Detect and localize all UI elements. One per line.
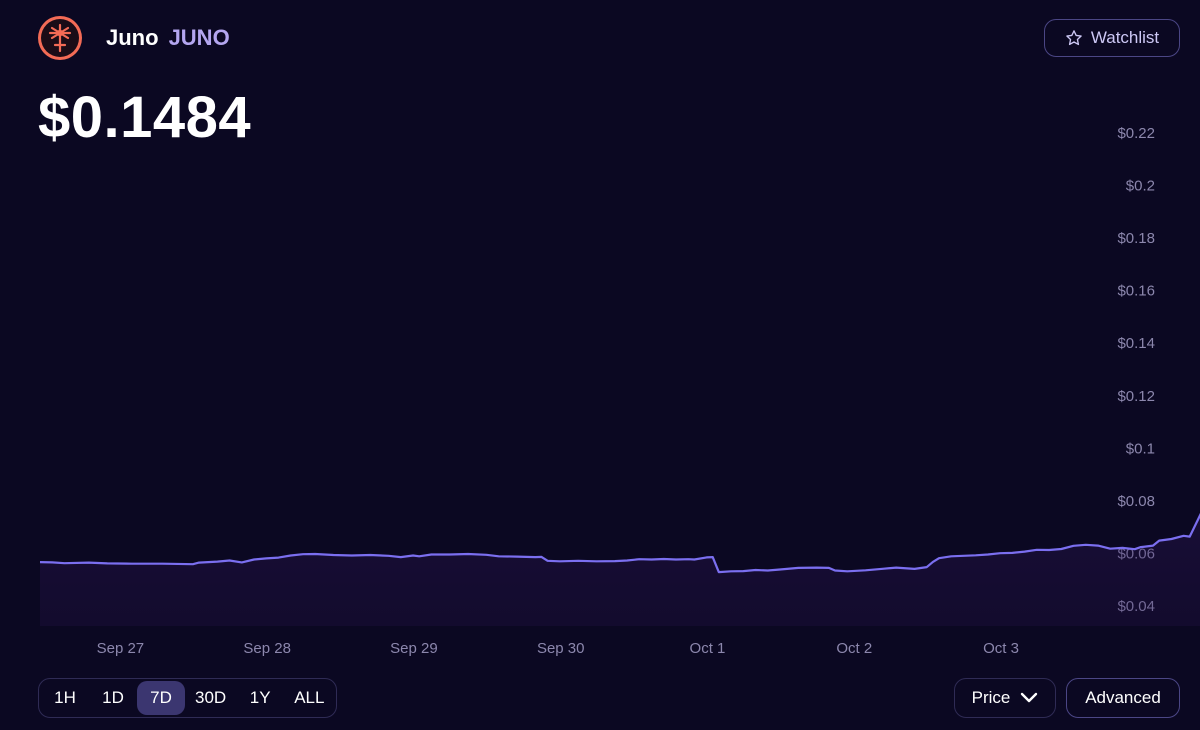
price-chart[interactable]: $0.04$0.06$0.08$0.1$0.12$0.14$0.16$0.18$… [0, 0, 1200, 730]
x-tick-label: Oct 3 [983, 640, 1019, 657]
x-tick-label: Sep 29 [390, 640, 438, 657]
x-tick-label: Oct 2 [836, 640, 872, 657]
range-button-7d[interactable]: 7D [137, 681, 185, 715]
range-button-1y[interactable]: 1Y [236, 681, 284, 715]
token-page: Juno JUNO Watchlist $0.1484 $0.04$0.06$0… [0, 0, 1200, 730]
advanced-button[interactable]: Advanced [1066, 678, 1180, 718]
x-axis: Sep 27 Sep 28 Sep 29 Sep 30 Oct 1 Oct 2 Oct 3 [97, 640, 1019, 657]
time-range-selector: 1H 1D 7D 30D 1Y ALL [38, 678, 338, 718]
y-tick-label: $0.16 [1117, 283, 1155, 300]
y-tick-label: $0.1 [1126, 440, 1155, 457]
x-tick-label: Sep 27 [97, 640, 145, 657]
chevron-down-icon [1020, 692, 1038, 704]
metric-select[interactable]: Price [954, 678, 1056, 718]
x-tick-label: Oct 1 [690, 640, 726, 657]
range-button-1d[interactable]: 1D [89, 681, 137, 715]
y-tick-label: $0.14 [1117, 335, 1155, 352]
y-tick-label: $0.2 [1126, 178, 1155, 195]
y-axis: $0.04$0.06$0.08$0.1$0.12$0.14$0.16$0.18$… [1117, 125, 1155, 615]
price-area-fill [40, 515, 1200, 626]
range-button-30d[interactable]: 30D [185, 681, 236, 715]
y-tick-label: $0.12 [1117, 388, 1155, 405]
price-line [39, 512, 1200, 574]
range-button-1h[interactable]: 1H [41, 681, 89, 715]
metric-select-label: Price [971, 688, 1011, 707]
y-tick-label: $0.18 [1117, 230, 1155, 247]
y-tick-label: $0.22 [1117, 125, 1155, 142]
range-button-all[interactable]: ALL [284, 681, 334, 715]
x-tick-label: Sep 28 [243, 640, 291, 657]
y-tick-label: $0.08 [1117, 493, 1155, 510]
x-tick-label: Sep 30 [537, 640, 585, 657]
